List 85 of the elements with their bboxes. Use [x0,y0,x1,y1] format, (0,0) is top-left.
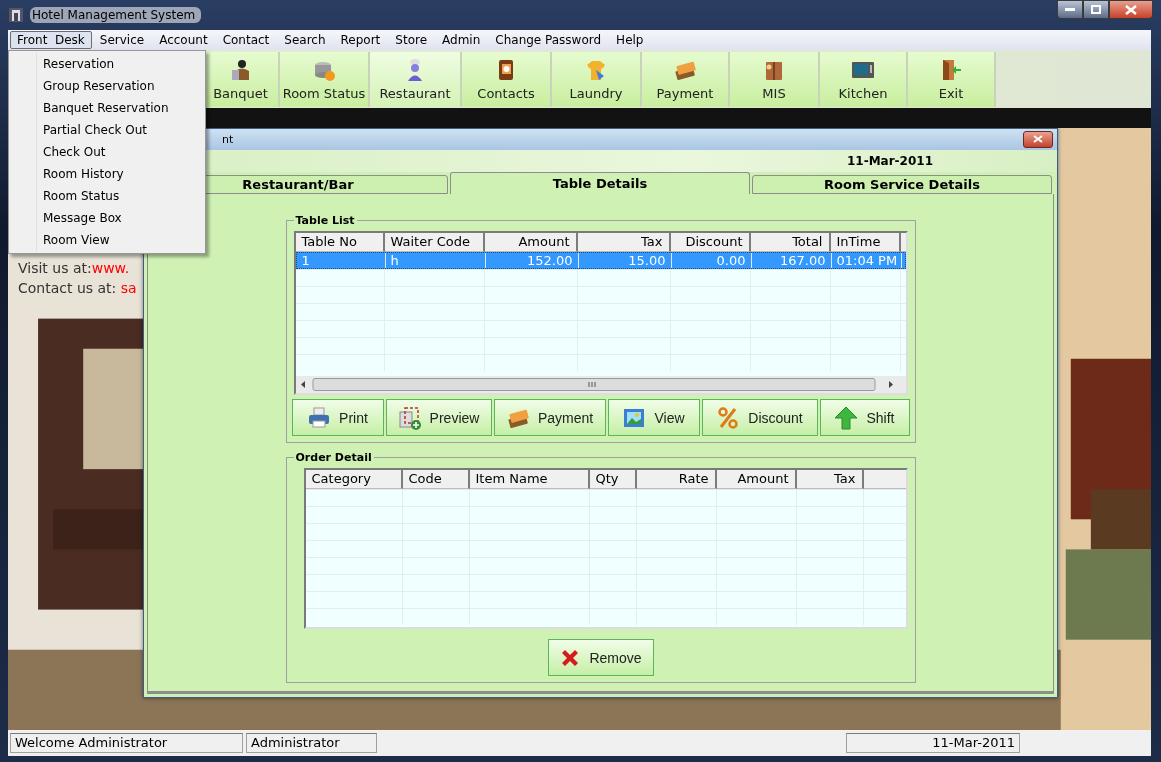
menu-item[interactable]: Banquet Reservation [9,97,205,119]
toolbar-button[interactable]: Contacts [462,52,552,107]
table-cell: 01:04 PM [831,253,902,268]
website-line: Visit us at:www. [18,260,130,276]
table-cell: 1 [296,253,386,268]
minimize-button[interactable] [1057,0,1083,19]
toolbar-button[interactable]: Payment [642,52,730,107]
remove-button[interactable]: Remove [547,639,654,676]
table-cell: 167.00 [751,253,832,268]
data-grid[interactable]: Table No Waiter Code Amount Tax Discount Total InTime 1 h 152.00 15.00 0.00 167.00 01:04 PM [293,231,908,395]
up-arrow-icon [834,405,859,430]
menu-item[interactable]: Check Out [9,141,205,163]
table-cell: h [385,253,486,268]
maximize-button[interactable] [1083,0,1109,19]
contact-line: Contact us at: sa [18,280,137,296]
menu-item[interactable]: Change Password [488,31,609,49]
app-building-icon [8,7,24,23]
table-cell: 15.00 [578,253,672,268]
toolbar-button[interactable]: MIS [730,52,820,107]
menu-item[interactable]: Admin [435,31,488,49]
menu-item[interactable]: Contact [215,31,277,49]
menu-item[interactable]: Report [333,31,388,49]
minimize-icon [1065,7,1075,12]
preview-pages-icon [397,405,422,430]
action-button[interactable]: Shift [819,399,910,436]
column-header[interactable]: Amount [716,470,797,489]
close-button[interactable] [1109,0,1153,19]
menu-item[interactable]: Message Box [9,207,205,229]
menu-item[interactable]: Store [388,31,435,49]
action-button[interactable]: Payment [493,399,606,436]
column-header[interactable]: Tax [577,233,671,252]
toolbar-button[interactable]: Banquet [203,52,280,107]
printer-icon [307,405,332,430]
menu-item[interactable]: Front Desk [10,31,92,49]
menu-item[interactable]: Room View [9,229,205,251]
menu-item[interactable]: Reservation [9,53,205,75]
header-filler [900,233,906,252]
horizontal-scrollbar[interactable] [298,378,895,391]
toolbar-button[interactable]: Restaurant [370,52,462,107]
group-title: Table List [294,214,356,227]
close-icon [1033,135,1043,144]
close-icon [1125,4,1137,15]
toolbar-button[interactable]: Exit [908,52,996,107]
toolbar-button[interactable]: Room Status [280,52,370,107]
status-date: 11-Mar-2011 [846,733,1020,753]
menu-item[interactable]: Partial Check Out [9,119,205,141]
status-text: Administrator [246,733,377,753]
window-title: Hotel Management System [30,7,202,23]
close-button[interactable] [1023,130,1053,148]
column-header[interactable]: Category [305,470,403,489]
column-header[interactable]: Code [402,470,470,489]
toolbar-button[interactable]: Kitchen [820,52,908,107]
menu-item[interactable]: Search [277,31,333,49]
date-label: 11-Mar-2011 [847,153,933,168]
column-header[interactable]: Item Name [469,470,590,489]
data-grid[interactable]: Category Code Item Name Qty Rate Amount Tax [303,468,908,629]
column-header[interactable]: Amount [484,233,578,252]
column-header[interactable]: Qty [589,470,637,489]
action-button[interactable]: Discount [701,399,818,436]
tab[interactable]: Room Service Details [752,175,1052,194]
header-filler [863,470,906,489]
column-header[interactable]: Rate [636,470,717,489]
column-header[interactable]: Discount [670,233,751,252]
column-header[interactable]: Total [750,233,831,252]
table-cell: 152.00 [485,253,579,268]
status-text: Welcome Administrator [10,733,243,753]
menu-item[interactable]: Group Reservation [9,75,205,97]
table-cell: 0.00 [671,253,752,268]
group-title: Order Detail [294,451,373,464]
tab[interactable]: Table Details [450,172,750,194]
column-header[interactable]: Waiter Code [384,233,485,252]
dialog-title: nt [222,132,234,146]
menu-item[interactable]: Service [92,31,152,49]
action-button[interactable]: View [607,399,700,436]
action-button[interactable]: Preview [385,399,492,436]
menu-item[interactable]: Account [152,31,215,49]
action-button[interactable]: Print [291,399,384,436]
column-header[interactable]: Tax [796,470,864,489]
shirt-icon [584,58,608,82]
column-header[interactable]: InTime [830,233,901,252]
column-header[interactable]: Table No [295,233,385,252]
toolbar-button[interactable]: Laundry [552,52,642,107]
maximize-icon [1091,5,1101,14]
menu-item[interactable]: Help [609,31,651,49]
percent-icon [716,405,741,430]
